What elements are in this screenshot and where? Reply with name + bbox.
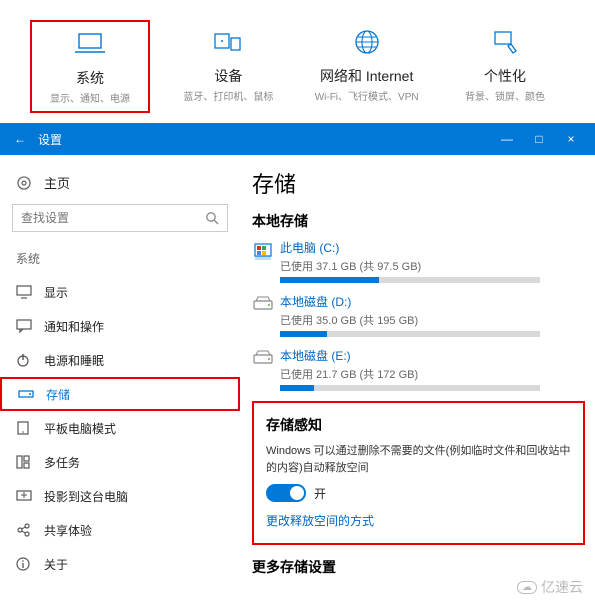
power-icon [16,353,38,367]
search-field[interactable] [21,211,205,225]
maximize-button[interactable]: □ [523,132,555,146]
monitor-icon [16,285,38,299]
drive-name: 本地磁盘 (E:) [280,347,585,364]
multitask-icon [16,455,38,469]
window-titlebar: ← 设置 — □ × [0,123,595,155]
project-icon [16,490,38,502]
nav-label: 多任务 [38,454,80,471]
category-personalization[interactable]: 个性化 背景、锁屏、颜色 [445,20,565,113]
sidebar-item-about[interactable]: 关于 [0,547,240,581]
drive-row[interactable]: 本地磁盘 (E:) 已使用 21.7 GB (共 172 GB) [252,347,585,391]
nav-label: 存储 [40,386,70,403]
hdd-icon [252,347,280,391]
nav-label: 电源和睡眠 [38,352,104,369]
content-area: 存储 本地存储 此电脑 (C:) 已使用 37.1 GB (共 97.5 GB)… [240,155,595,603]
storage-sense-desc: Windows 可以通过删除不需要的文件(例如临时文件和回收站中的内容)自动释放… [266,443,571,476]
category-network[interactable]: 网络和 Internet Wi-Fi、飞行模式、VPN [307,20,427,113]
sidebar-item-notifications[interactable]: 通知和操作 [0,309,240,343]
storage-sense-toggle-row: 开 [266,484,571,502]
drive-usage: 已使用 35.0 GB (共 195 GB) [280,312,585,328]
cloud-icon: ☁ [517,581,537,594]
category-sub: 蓝牙、打印机、鼠标 [183,88,273,103]
hdd-icon [252,293,280,337]
category-system[interactable]: 系统 显示、通知、电源 [30,20,150,113]
drive-row[interactable]: 本地磁盘 (D:) 已使用 35.0 GB (共 195 GB) [252,293,585,337]
share-icon [16,523,38,537]
drive-usage: 已使用 21.7 GB (共 172 GB) [280,366,585,382]
drive-bar [280,331,540,337]
nav-label: 共享体验 [38,522,92,539]
drive-bar [280,277,540,283]
storage-sense-title: 存储感知 [266,415,571,435]
category-devices[interactable]: 设备 蓝牙、打印机、鼠标 [168,20,288,113]
globe-icon [351,26,383,58]
window-title: 设置 [32,131,491,148]
sidebar-item-multitask[interactable]: 多任务 [0,445,240,479]
main-split: 主页 系统 显示 通知和操作 电源和睡眠 存储 平板电脑模式 [0,155,595,603]
drive-row[interactable]: 此电脑 (C:) 已使用 37.1 GB (共 97.5 GB) [252,239,585,283]
change-free-space-link[interactable]: 更改释放空间的方式 [266,512,571,529]
local-storage-heading: 本地存储 [252,211,585,231]
sidebar: 主页 系统 显示 通知和操作 电源和睡眠 存储 平板电脑模式 [0,155,240,603]
category-sub: 显示、通知、电源 [50,90,130,105]
watermark: ☁ 亿速云 [517,577,583,597]
sidebar-item-shared[interactable]: 共享体验 [0,513,240,547]
search-icon [205,211,219,225]
drive-info: 本地磁盘 (E:) 已使用 21.7 GB (共 172 GB) [280,347,585,391]
toggle-label: 开 [314,485,326,502]
drive-bar [280,385,540,391]
page-title: 存储 [252,167,585,199]
category-title: 个性化 [484,66,526,86]
search-input[interactable] [12,204,228,232]
storage-sense-box: 存储感知 Windows 可以通过删除不需要的文件(例如临时文件和回收站中的内容… [252,401,585,545]
drive-name: 此电脑 (C:) [280,239,585,256]
drive-info: 此电脑 (C:) 已使用 37.1 GB (共 97.5 GB) [280,239,585,283]
minimize-button[interactable]: — [491,132,523,146]
nav-label: 投影到这台电脑 [38,488,128,505]
info-icon [16,557,38,571]
settings-categories: 系统 显示、通知、电源 设备 蓝牙、打印机、鼠标 网络和 Internet Wi… [0,0,595,123]
gear-icon [16,175,36,191]
category-sub: 背景、锁屏、颜色 [465,88,545,103]
drive-info: 本地磁盘 (D:) 已使用 35.0 GB (共 195 GB) [280,293,585,337]
devices-icon [212,26,244,58]
chat-icon [16,319,38,333]
sidebar-section-label: 系统 [0,246,240,271]
drive-usage: 已使用 37.1 GB (共 97.5 GB) [280,258,585,274]
home-label: 主页 [36,173,70,192]
nav-label: 显示 [38,284,68,301]
tablet-icon [16,421,38,435]
more-storage-heading: 更多存储设置 [252,557,585,577]
sidebar-item-storage[interactable]: 存储 [0,377,240,411]
watermark-text: 亿速云 [541,577,583,597]
nav-label: 关于 [38,556,68,573]
storage-icon [18,388,40,400]
sidebar-item-tablet[interactable]: 平板电脑模式 [0,411,240,445]
storage-sense-toggle[interactable] [266,484,306,502]
laptop-icon [74,28,106,60]
sidebar-home[interactable]: 主页 [0,169,240,196]
nav-label: 通知和操作 [38,318,104,335]
category-title: 设备 [214,66,242,86]
brush-icon [489,26,521,58]
drive-name: 本地磁盘 (D:) [280,293,585,310]
category-sub: Wi-Fi、飞行模式、VPN [315,88,419,103]
sidebar-item-projecting[interactable]: 投影到这台电脑 [0,479,240,513]
close-button[interactable]: × [555,132,587,146]
category-title: 网络和 Internet [320,66,413,86]
sidebar-item-display[interactable]: 显示 [0,275,240,309]
drive-icon [252,239,280,283]
sidebar-item-power[interactable]: 电源和睡眠 [0,343,240,377]
nav-label: 平板电脑模式 [38,420,116,437]
back-button[interactable]: ← [8,132,32,146]
category-title: 系统 [76,68,104,88]
